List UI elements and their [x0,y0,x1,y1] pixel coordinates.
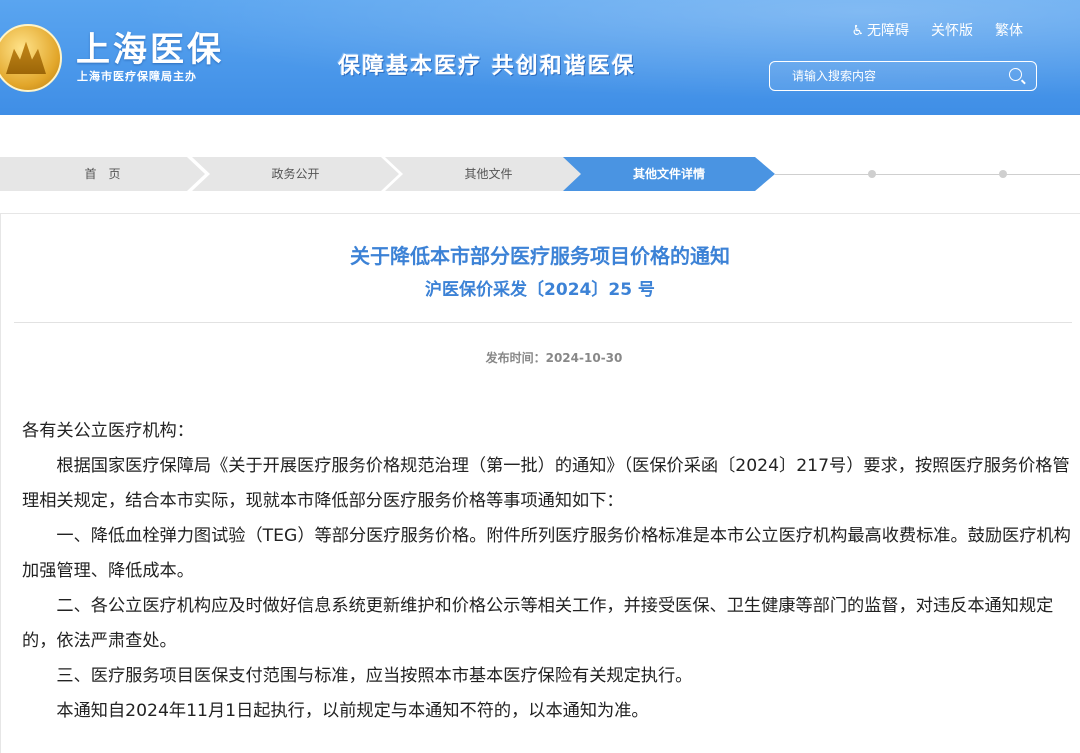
paragraph: 一、降低血栓弹力图试验（TEG）等部分医疗服务价格。附件所列医疗服务价格标准是本… [22,526,1071,581]
breadcrumb-current-label: 其他文件详情 [632,167,705,181]
publish-date: 发布时间：2024-10-30 [485,351,623,365]
breadcrumb-other-files[interactable]: 其他文件 [385,157,592,191]
search-icon[interactable] [1009,68,1022,81]
divider [14,322,1072,323]
slogan: 保障基本医疗 共创和谐医保 [338,54,636,79]
breadcrumb-dot [999,170,1007,178]
search-input[interactable] [790,68,994,84]
traditional-chinese-link[interactable]: 繁体 [995,20,1023,40]
accessibility-label: 无障碍 [867,23,909,39]
wheelchair-icon: ♿ [851,23,864,39]
breadcrumb-gov-affairs[interactable]: 政务公开 [192,157,399,191]
breadcrumb-dot [868,170,876,178]
breadcrumb-home-label: 首 页 [84,167,121,181]
breadcrumb-other-files-label: 其他文件 [464,167,513,181]
search-box [769,61,1037,91]
article-body: 各有关公立医疗机构： 根据国家医疗保障局《关于开展医疗服务价格规范治理（第一批）… [22,414,1072,729]
breadcrumb-track [775,174,1080,175]
breadcrumb-gov-affairs-label: 政务公开 [271,167,320,181]
paragraph: 三、医疗服务项目医保支付范围与标准，应当按照本市基本医疗保险有关规定执行。 [56,666,693,686]
article-title: 关于降低本市部分医疗服务项目价格的通知 [350,244,730,268]
paragraph: 根据国家医疗保障局《关于开展医疗服务价格规范治理（第一批）的通知》（医保价采函〔… [22,456,1070,511]
top-nav: ♿ 无障碍 关怀版 繁体 [851,20,1023,40]
paragraph: 二、各公立医疗机构应及时做好信息系统更新维护和价格公示等相关工作，并接受医保、卫… [22,596,1054,651]
site-header: 上海医保 上海市医疗保障局主办 保障基本医疗 共创和谐医保 ♿ 无障碍 关怀版 繁… [0,0,1080,115]
accessibility-link[interactable]: ♿ 无障碍 [851,20,909,40]
paragraph: 本通知自2024年11月1日起执行，以前规定与本通知不符的，以本通知为准。 [56,701,649,721]
breadcrumb-current: 其他文件详情 [563,157,775,191]
breadcrumb-home[interactable]: 首 页 [0,157,205,191]
care-version-link[interactable]: 关怀版 [931,20,973,40]
salutation: 各有关公立医疗机构： [22,421,194,441]
site-subtitle: 上海市医疗保障局主办 [77,70,197,83]
site-name[interactable]: 上海医保 [76,22,224,71]
document-number: 沪医保价采发〔2024〕25 号 [425,280,655,300]
